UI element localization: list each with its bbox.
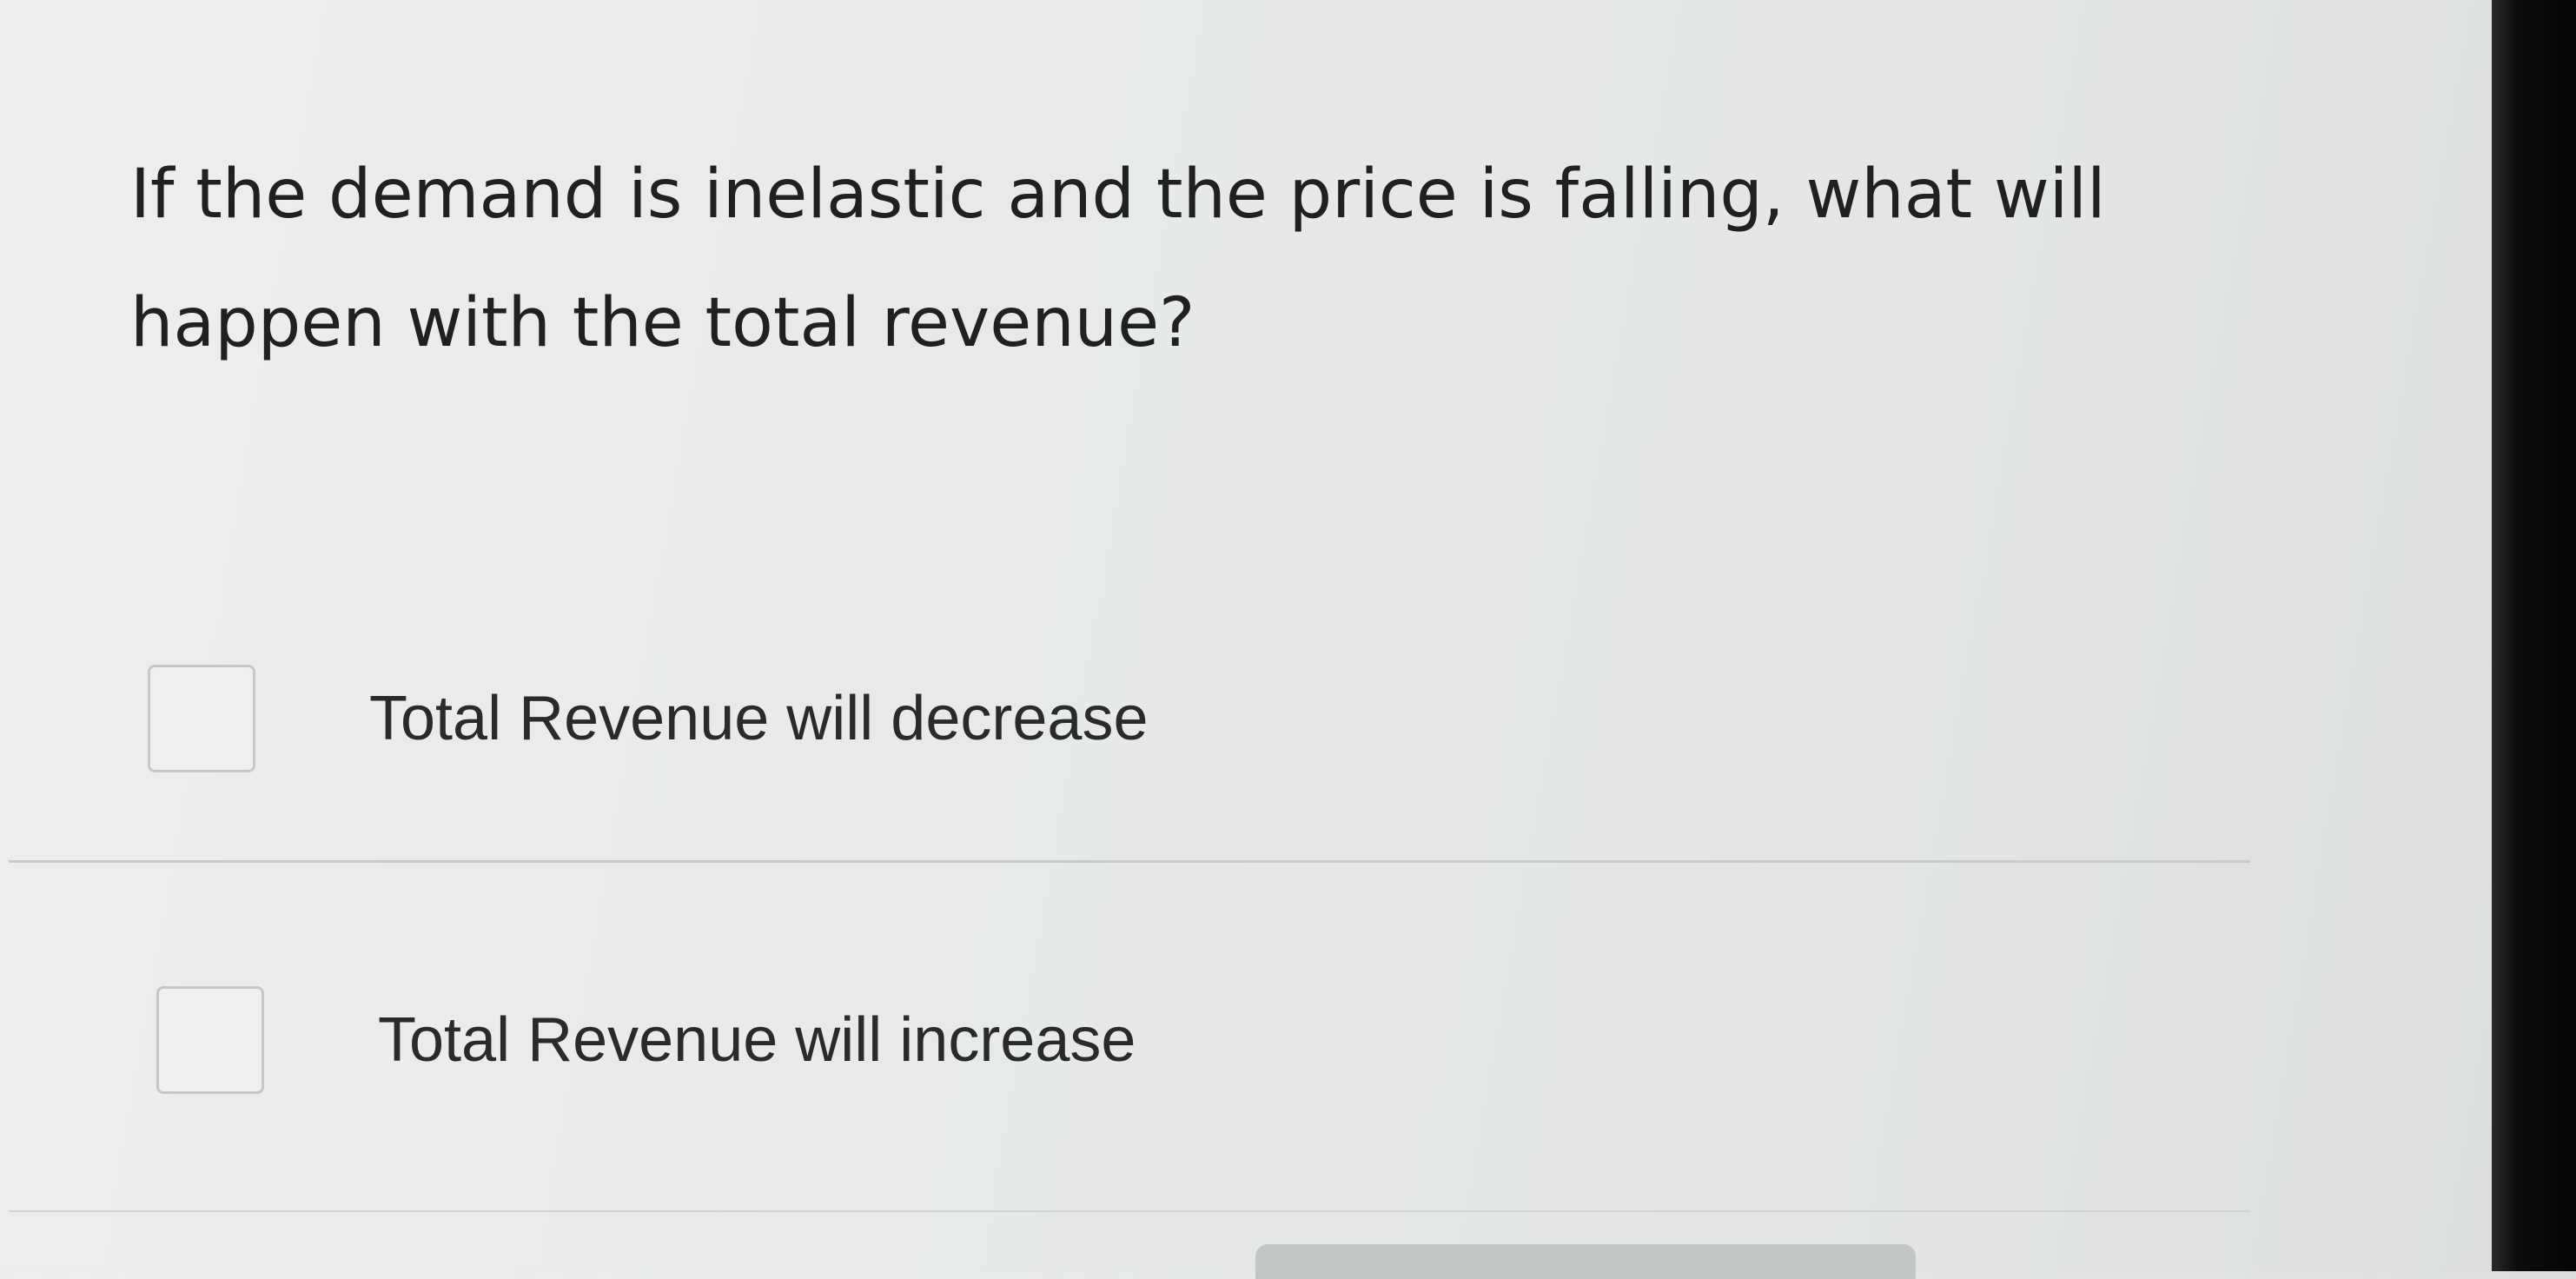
option-increase[interactable]: Total Revenue will increase xyxy=(156,986,1460,1103)
question-text: If the demand is inelastic and the price… xyxy=(130,156,2106,362)
option-label-decrease: Total Revenue will decrease xyxy=(369,684,1149,753)
checkbox-decrease[interactable] xyxy=(148,665,255,772)
monitor-bezel xyxy=(2492,0,2576,1271)
checkbox-increase[interactable] xyxy=(156,986,264,1094)
option-label-increase: Total Revenue will increase xyxy=(378,1005,1136,1075)
partial-button[interactable] xyxy=(1255,1244,1916,1279)
option-decrease[interactable]: Total Revenue will decrease xyxy=(148,665,1451,782)
quiz-screen: If the demand is inelastic and the price… xyxy=(0,0,2492,1279)
